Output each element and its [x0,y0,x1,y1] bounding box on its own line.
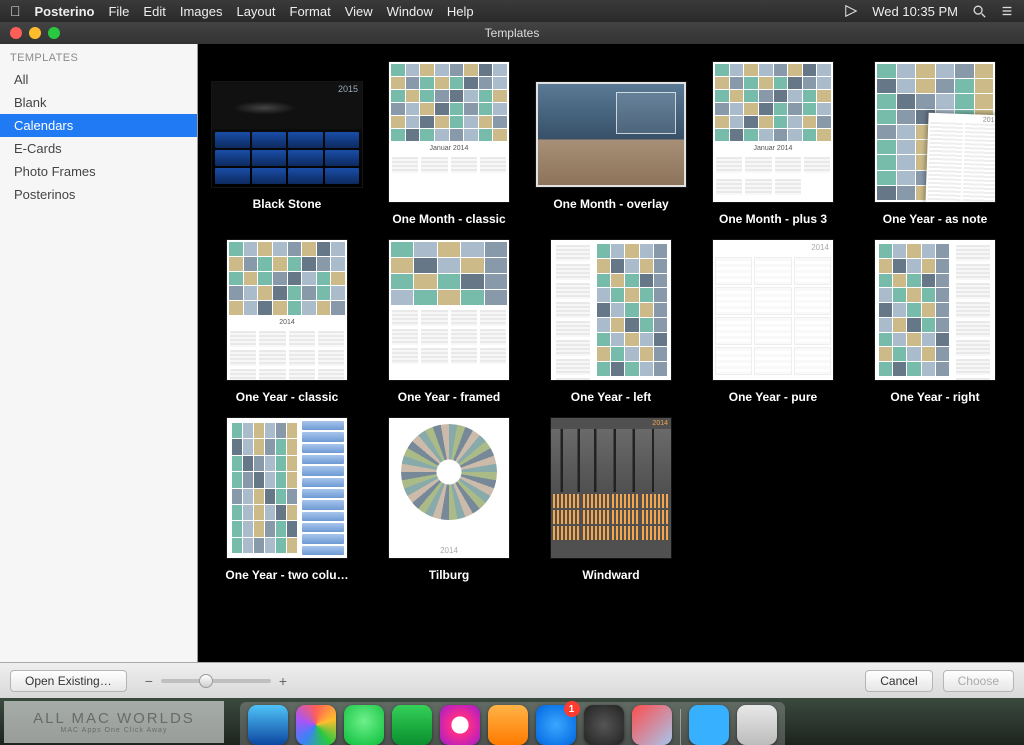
template-tilburg[interactable]: 2014Tilburg [370,418,528,582]
dock-photos-icon[interactable] [296,705,336,745]
template-black-stone[interactable]: 2015Black Stone [208,62,366,226]
sheet-bottom-bar: Open Existing… − + Cancel Choose [0,662,1024,698]
templates-sidebar: TEMPLATES AllBlankCalendarsE-CardsPhoto … [0,44,198,662]
sidebar-item-blank[interactable]: Blank [0,91,197,114]
menubar-clock[interactable]: Wed 10:35 PM [872,4,958,19]
template-label: One Month - plus 3 [719,212,827,226]
dock-ibooks-icon[interactable] [488,705,528,745]
template-label: One Year - classic [236,390,339,404]
window-title: Templates [0,26,1024,40]
template-label: One Month - overlay [553,197,668,211]
template-label: One Year - left [571,390,651,404]
template-label: Black Stone [253,197,322,211]
template-label: Windward [582,568,639,582]
desktop: ALL MAC WORLDS MAC Apps One Click Away 1 [0,698,1024,745]
dock: 1 [240,702,785,745]
menu-view[interactable]: View [345,4,373,19]
zoom-window-button[interactable] [48,27,60,39]
dock-facetime-icon[interactable] [392,705,432,745]
appstore-badge: 1 [564,701,580,717]
dock-settings-icon[interactable] [584,705,624,745]
thumbnail-size-slider[interactable]: − + [145,673,287,689]
cancel-button[interactable]: Cancel [865,670,932,692]
close-window-button[interactable] [10,27,22,39]
sidebar-item-posterinos[interactable]: Posterinos [0,183,197,206]
template-one-year-two-colu-[interactable]: One Year - two colu… [208,418,366,582]
template-one-year-as-note[interactable]: 2014One Year - as note [856,62,1014,226]
menu-images[interactable]: Images [180,4,223,19]
dock-itunes-icon[interactable] [440,705,480,745]
apple-menu-icon[interactable]:  [10,3,21,19]
template-windward[interactable]: 2014Windward [532,418,690,582]
app-menu[interactable]: Posterino [35,4,95,19]
dock-trash-icon[interactable] [737,705,777,745]
template-one-month-classic[interactable]: Januar 2014One Month - classic [370,62,528,226]
template-label: Tilburg [429,568,469,582]
menu-edit[interactable]: Edit [143,4,165,19]
minimize-window-button[interactable] [29,27,41,39]
open-existing-button[interactable]: Open Existing… [10,670,127,692]
dock-downloads-icon[interactable] [689,705,729,745]
spotlight-icon[interactable] [972,4,986,18]
template-label: One Month - classic [392,212,505,226]
menu-layout[interactable]: Layout [236,4,275,19]
zoom-out-icon[interactable]: − [145,673,153,689]
dock-messages-icon[interactable] [344,705,384,745]
sidebar-item-photo-frames[interactable]: Photo Frames [0,160,197,183]
notification-center-icon[interactable] [1000,4,1014,18]
sidebar-item-e-cards[interactable]: E-Cards [0,137,197,160]
templates-grid[interactable]: 2015Black StoneJanuar 2014One Month - cl… [198,44,1024,662]
template-one-month-plus-3[interactable]: Januar 2014One Month - plus 3 [694,62,852,226]
template-one-year-right[interactable]: 2014One Year - right [856,240,1014,404]
template-label: One Year - as note [883,212,988,226]
dock-appstore-icon[interactable]: 1 [536,705,576,745]
template-one-year-classic[interactable]: 2014One Year - classic [208,240,366,404]
template-label: One Year - pure [729,390,817,404]
template-label: One Year - two colu… [225,568,348,582]
macos-menubar:  Posterino File Edit Images Layout Form… [0,0,1024,22]
menu-extra-icon[interactable] [844,4,858,18]
menu-file[interactable]: File [108,4,129,19]
window-titlebar: Templates [0,22,1024,44]
sidebar-item-all[interactable]: All [0,68,197,91]
sidebar-item-calendars[interactable]: Calendars [0,114,197,137]
choose-button[interactable]: Choose [943,670,1014,692]
dock-separator [680,709,681,745]
dock-posterino-icon[interactable] [632,705,672,745]
zoom-in-icon[interactable]: + [279,673,287,689]
template-one-year-framed[interactable]: One Year - framed [370,240,528,404]
sidebar-header: TEMPLATES [0,44,197,68]
template-one-year-left[interactable]: One Year - left [532,240,690,404]
template-one-year-pure[interactable]: 2014One Year - pure [694,240,852,404]
dock-finder-icon[interactable] [248,705,288,745]
menu-format[interactable]: Format [290,4,331,19]
watermark: ALL MAC WORLDS MAC Apps One Click Away [4,701,224,743]
template-label: One Year - framed [398,390,501,404]
template-one-month-overlay[interactable]: One Month - overlay [532,62,690,226]
menu-help[interactable]: Help [447,4,474,19]
template-label: One Year - right [890,390,979,404]
menu-window[interactable]: Window [387,4,433,19]
